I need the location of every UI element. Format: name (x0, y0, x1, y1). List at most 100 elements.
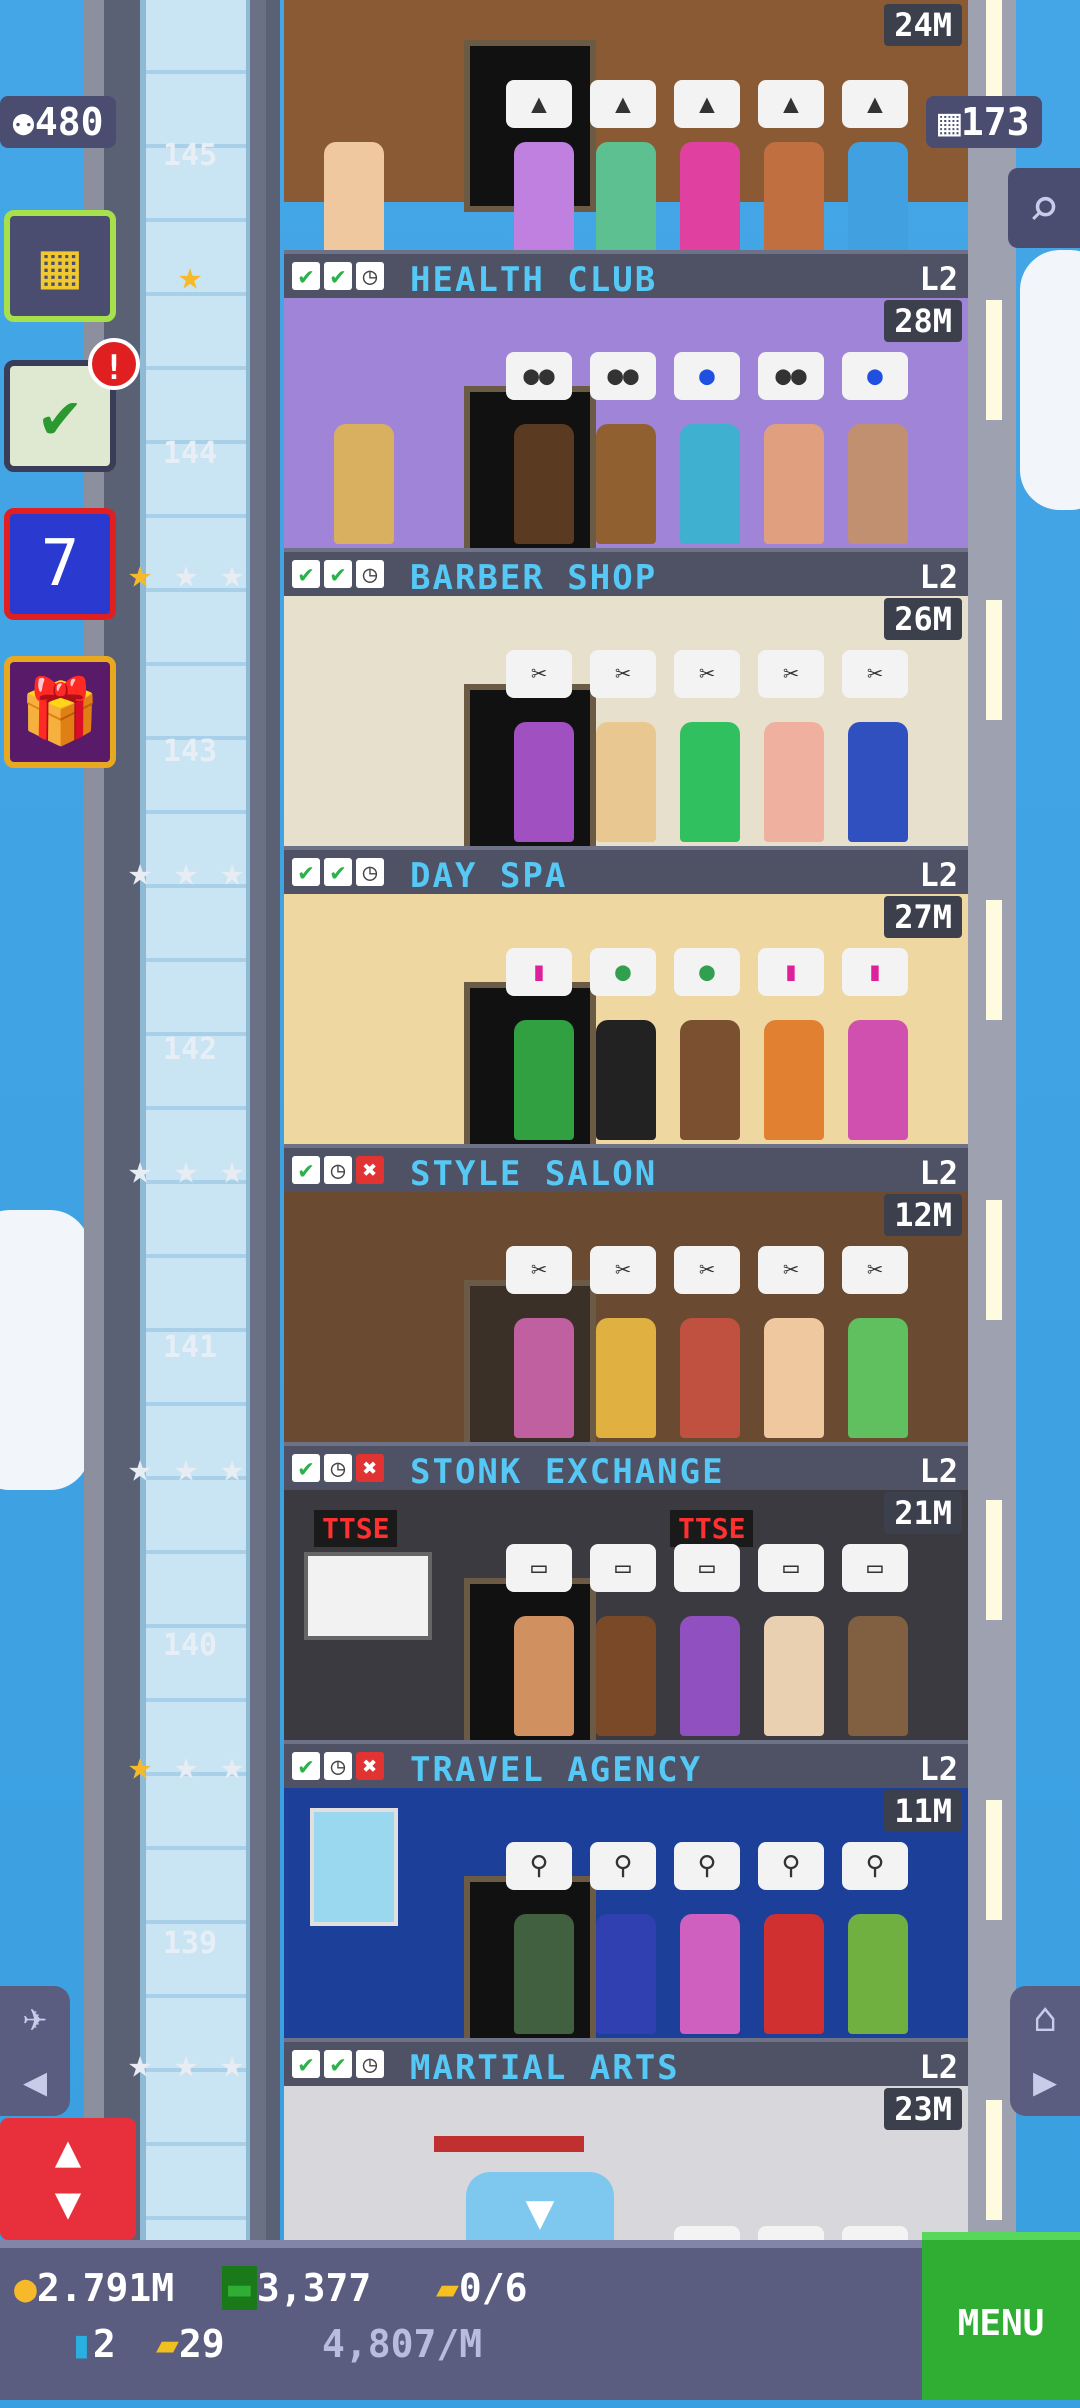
bitizen[interactable] (514, 722, 574, 842)
check-icon: ✔ (292, 1752, 320, 1780)
floor-label-bar[interactable]: ✔ ✔ ◷ MARTIAL ARTS L2 (284, 2038, 968, 2088)
elevator-control-button[interactable]: ▲ ▼ (0, 2118, 136, 2240)
floor-number: 144 (162, 436, 218, 471)
bitizen[interactable] (596, 722, 656, 842)
thought-bubble: ▮ (758, 948, 824, 996)
chevron-up-icon: ▲ (54, 2126, 82, 2177)
floor-label-bar[interactable]: ✔ ◷ ✖ STYLE SALON L2 (284, 1144, 968, 1194)
bitizen[interactable] (764, 1020, 824, 1140)
clock-icon: ◷ (324, 1156, 352, 1184)
floor-row[interactable]: ▲ ▲ ▲ ▲ ▲ 24M (284, 0, 968, 250)
bitizen[interactable] (680, 1914, 740, 2034)
building-overview-button[interactable]: ▦ (4, 210, 116, 322)
star-icon: ★ (219, 2041, 245, 2087)
floor-row[interactable]: ✔ ✔ ◷ BARBER SHOP L2 ✂ ✂ ✂ ✂ ✂ 26M (284, 548, 968, 846)
bitizen[interactable] (680, 142, 740, 250)
star-icon: ★ (127, 2041, 153, 2087)
floor-room: TTSE TTSE ▭ ▭ ▭ ▭ ▭ (284, 1490, 968, 1740)
bitizen[interactable] (514, 424, 574, 544)
thought-bubble: ▭ (842, 1544, 908, 1592)
home-icon: ⌂ (1032, 1995, 1058, 2041)
bitizen[interactable] (680, 1318, 740, 1438)
thought-bubble: ● (842, 352, 908, 400)
thought-bubble: ▭ (590, 1544, 656, 1592)
star-icon: ★ (173, 849, 199, 895)
thought-bubble: ● (590, 948, 656, 996)
bitizen[interactable] (514, 1020, 574, 1140)
travel-poster (310, 1808, 398, 1926)
bitizen[interactable] (680, 722, 740, 842)
floor-row[interactable]: ✔ ◷ ✖ TRAVEL AGENCY L2 ⚲ ⚲ ⚲ ⚲ ⚲ 11M (284, 1740, 968, 2038)
bitizen[interactable] (596, 1914, 656, 2034)
cloud (1020, 250, 1080, 510)
thought-bubble: ✂ (674, 1246, 740, 1294)
cloud (0, 1210, 90, 1490)
key-icon: ▮ (70, 2322, 93, 2366)
stock-chart-screen (304, 1552, 432, 1640)
bitizen[interactable] (848, 1914, 908, 2034)
restock-timer: 23M (884, 2088, 962, 2130)
floor-label-bar[interactable]: ✔ ✔ ◷ BARBER SHOP L2 (284, 548, 968, 598)
floor-label-bar[interactable]: ✔ ✔ ◷ DAY SPA L2 (284, 846, 968, 896)
check-icon: ✔ (324, 560, 352, 588)
bitizen[interactable] (596, 1020, 656, 1140)
elevator-icon: ✈ (22, 1995, 48, 2041)
elevator-glass (140, 0, 252, 2240)
bitizen[interactable] (334, 424, 394, 544)
floor-next-button[interactable]: ⌂ ▶ (1010, 1986, 1080, 2116)
bitizen[interactable] (764, 1914, 824, 2034)
floor-number: 145 (162, 138, 218, 173)
floor-row[interactable]: ✔ ◷ ✖ STYLE SALON L2 ✂ ✂ ✂ ✂ ✂ 12M (284, 1144, 968, 1442)
floor-room: ●● ●● ● ●● ● (284, 298, 968, 548)
bitizen[interactable] (514, 1318, 574, 1438)
tower-left-wall (84, 0, 104, 2240)
search-button[interactable]: ⌕ (1008, 168, 1080, 248)
bitizen[interactable] (514, 142, 574, 250)
bitizen[interactable] (596, 142, 656, 250)
bitizen[interactable] (764, 722, 824, 842)
star-icon: ★ (173, 1445, 199, 1491)
bitizen[interactable] (596, 1318, 656, 1438)
thought-bubble: ⚲ (506, 1842, 572, 1890)
income-rate: 4,807/M (322, 2322, 483, 2366)
bitizen[interactable] (764, 424, 824, 544)
bitizen[interactable] (514, 1914, 574, 2034)
thought-bubble: ●● (758, 352, 824, 400)
floor-level: L2 (919, 1750, 958, 1788)
ttse-sign: TTSE (670, 1510, 754, 1547)
bitizen[interactable] (764, 1318, 824, 1438)
floor-label-bar[interactable]: ✔ ◷ ✖ STONK EXCHANGE L2 (284, 1442, 968, 1492)
bitizen[interactable] (514, 1616, 574, 1736)
floor-counter[interactable]: ▦173 (926, 96, 1042, 148)
star-icon: ★ (127, 1445, 153, 1491)
bitizen[interactable] (848, 1616, 908, 1736)
population-counter[interactable]: ⚉480 (0, 96, 116, 148)
clock-icon: ◷ (356, 858, 384, 886)
star-icon: ★ (219, 1445, 245, 1491)
bitizen[interactable] (848, 424, 908, 544)
floor-label-bar[interactable]: ✔ ✔ ◷ HEALTH CLUB L2 (284, 250, 968, 300)
bitizen[interactable] (848, 1020, 908, 1140)
floor-row[interactable]: ✔ ✔ ◷ HEALTH CLUB L2 ●● ●● ● ●● ● 28M (284, 250, 968, 548)
bitizen[interactable] (324, 142, 384, 250)
bitizen[interactable] (764, 1616, 824, 1736)
bitizen[interactable] (596, 424, 656, 544)
floor-row[interactable]: ✔✔◷ MARTIAL ARTS L2 ✪ ✪ ✪ 23M (284, 2038, 968, 2240)
floor-row[interactable]: ✔ ◷ ✖ STONK EXCHANGE L2 TTSE TTSE ▭ ▭ ▭ ▭ … (284, 1442, 968, 1740)
menu-button[interactable]: MENU (922, 2232, 1080, 2400)
bitizen[interactable] (848, 722, 908, 842)
floor-row[interactable]: ✔ ✔ ◷ DAY SPA L2 ▮ ● ● ▮ ▮ 27M (284, 846, 968, 1144)
bitizen[interactable] (680, 1616, 740, 1736)
floor-label-bar[interactable]: ✔ ◷ ✖ TRAVEL AGENCY L2 (284, 1740, 968, 1790)
bottom-hud-border (0, 2240, 922, 2248)
gift-icon: 🎁 (20, 675, 100, 749)
bitizen[interactable] (596, 1616, 656, 1736)
bitizen[interactable] (680, 1020, 740, 1140)
elevator-prev-button[interactable]: ✈ ◀ (0, 1986, 70, 2116)
gift-button[interactable]: 🎁 (4, 656, 116, 768)
calendar-button[interactable]: 7 (4, 508, 116, 620)
bitizen[interactable] (848, 142, 908, 250)
bitizen[interactable] (764, 142, 824, 250)
bitizen[interactable] (680, 424, 740, 544)
bitizen[interactable] (848, 1318, 908, 1438)
